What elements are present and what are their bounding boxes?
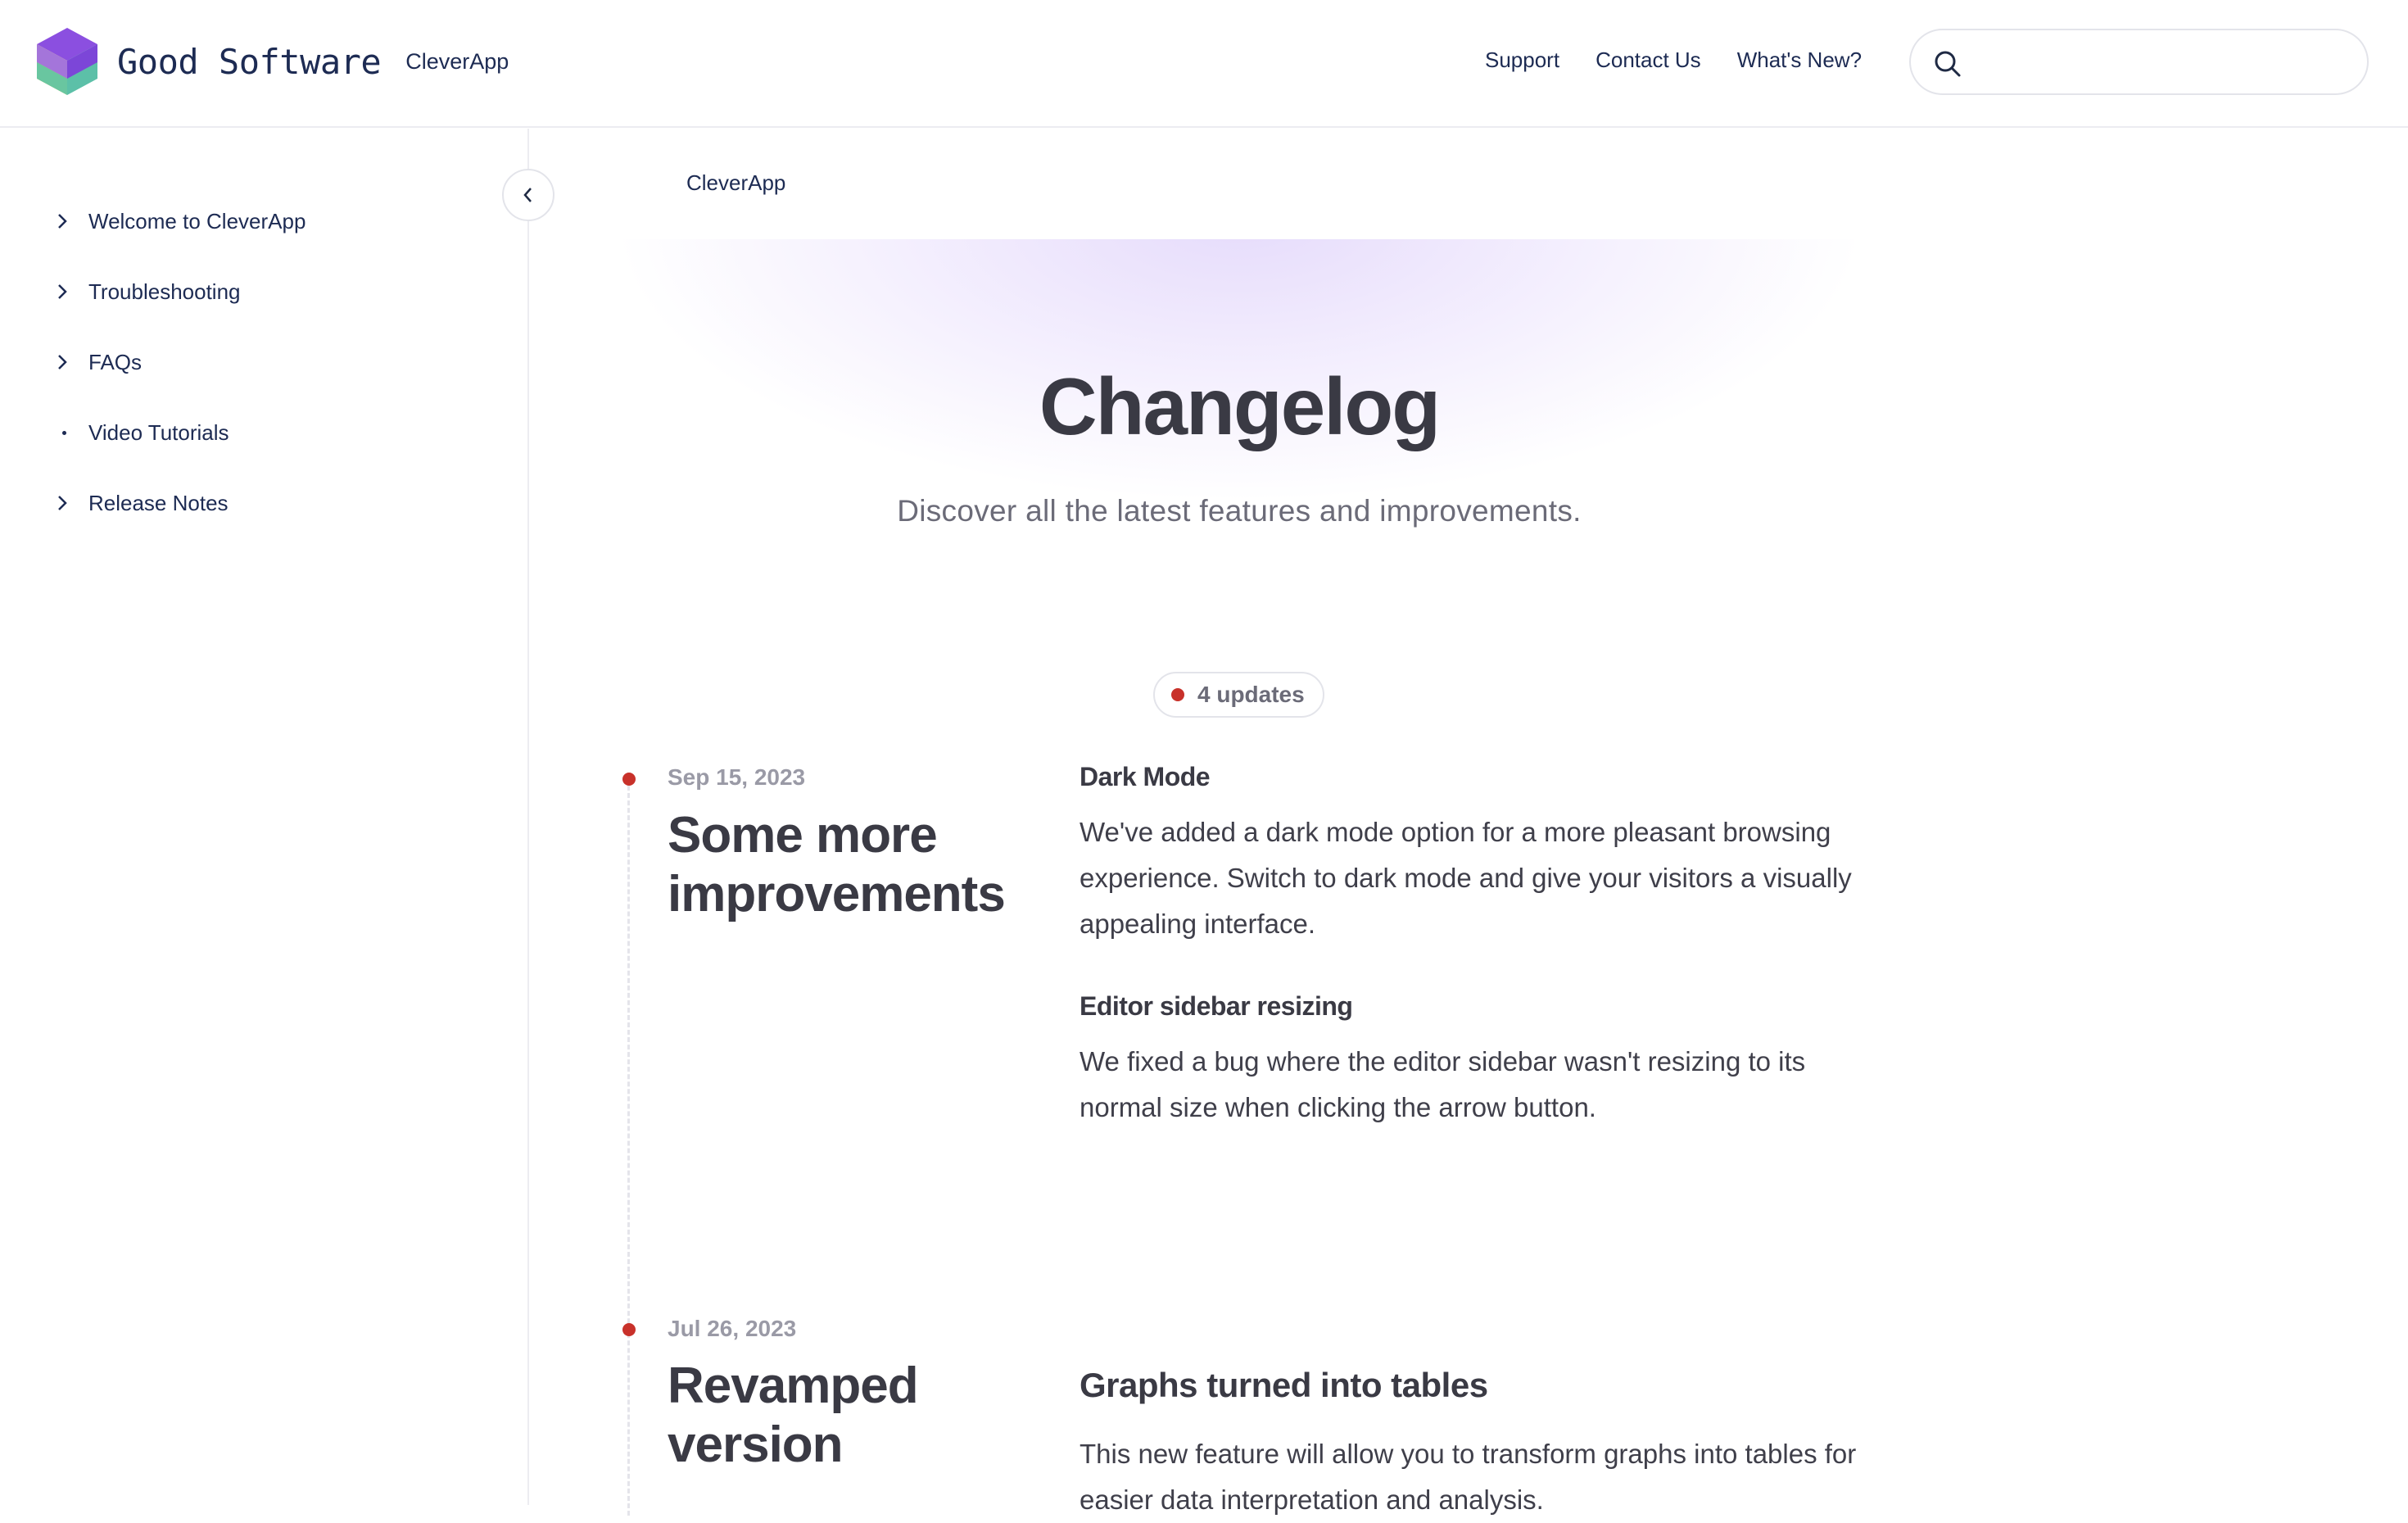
chevron-right-icon [58,355,67,369]
page-title: Changelog [1039,361,1441,451]
top-header: Good Software CleverApp Support Contact … [0,0,2408,128]
chevron-right-icon [58,284,67,299]
chevron-right-icon [58,214,67,229]
item-body: We've added a dark mode option for a mor… [1080,817,1852,939]
timeline-dot-icon [622,773,636,786]
sidebar-item-faqs[interactable]: FAQs [56,327,306,397]
timeline-dot-icon [622,1323,636,1336]
sidebar-item-label: Welcome to CleverApp [88,208,306,233]
search-box[interactable] [1909,29,2369,95]
sidebar-item-label: FAQs [88,349,143,374]
updates-count-badge: 4 updates [1153,672,1324,718]
sidebar-item-label: Troubleshooting [88,279,241,304]
sidebar-collapse-button[interactable] [502,169,554,221]
item-heading: Dark Mode [1080,762,1211,791]
sidebar-item-video-tutorials[interactable]: Video Tutorials [56,397,306,468]
breadcrumb[interactable]: CleverApp [686,170,785,196]
sidebar-item-label: Video Tutorials [88,419,229,445]
sidebar-nav: Welcome to CleverApp Troubleshooting FAQ… [56,186,306,538]
sidebar-item-troubleshooting[interactable]: Troubleshooting [56,256,306,327]
good-software-logo-icon [37,28,97,95]
nav-whats-new-link[interactable]: What's New? [1737,48,1862,73]
page-subtitle: Discover all the latest features and imp… [897,494,1582,528]
chevron-right-icon [58,496,67,510]
item-body: We fixed a bug where the editor sidebar … [1080,1046,1806,1122]
sidebar-item-release-notes[interactable]: Release Notes [56,468,306,538]
entry-date: Jul 26, 2023 [668,1316,797,1341]
sidebar-item-label: Release Notes [88,490,229,515]
nav-support-link[interactable]: Support [1485,48,1559,73]
timeline-line [627,778,630,1516]
status-dot-icon [1171,688,1184,701]
sidebar-item-welcome[interactable]: Welcome to CleverApp [56,186,306,256]
sidebar: Welcome to CleverApp Troubleshooting FAQ… [0,129,554,1505]
brand-name: Good Software [117,41,382,82]
search-input[interactable] [1976,42,2345,83]
entry-date: Sep 15, 2023 [668,764,806,790]
entry-title: Revamped version [668,1358,919,1473]
item-heading: Editor sidebar resizing [1080,991,1353,1021]
brand[interactable]: Good Software CleverApp [37,28,509,95]
item-heading: Graphs turned into tables [1080,1366,1488,1404]
updates-count-text: 4 updates [1197,682,1305,707]
entry-title: Some more improvements [668,807,1006,922]
bullet-dot-icon [62,430,66,435]
product-link[interactable]: CleverApp [405,49,509,75]
chevron-left-icon [523,188,532,202]
search-icon [1935,51,1961,77]
top-nav: Support Contact Us What's New? [1485,48,1862,73]
nav-contact-us-link[interactable]: Contact Us [1596,48,1701,73]
item-body: This new feature will allow you to trans… [1080,1439,1857,1515]
